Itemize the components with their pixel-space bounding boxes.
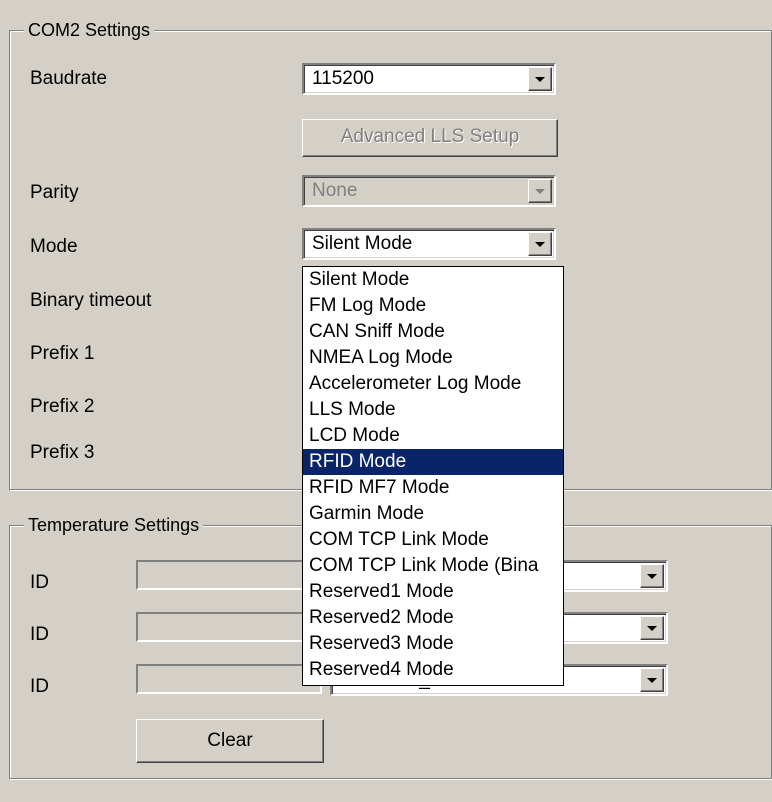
com2-settings-title: COM2 Settings bbox=[24, 19, 155, 41]
id-field[interactable] bbox=[136, 664, 322, 694]
baudrate-value: 115200 bbox=[312, 68, 374, 89]
parity-value: None bbox=[312, 180, 358, 201]
mode-label: Mode bbox=[30, 236, 78, 257]
id-label: ID bbox=[30, 676, 49, 697]
mode-value: Silent Mode bbox=[312, 233, 413, 254]
prefix3-label: Prefix 3 bbox=[30, 442, 95, 463]
id-field[interactable] bbox=[136, 560, 322, 590]
parity-select[interactable]: None bbox=[302, 175, 556, 207]
mode-option[interactable]: LLS Mode bbox=[303, 397, 563, 423]
baudrate-label: Baudrate bbox=[30, 68, 108, 89]
prefix2-label: Prefix 2 bbox=[30, 396, 95, 417]
chevron-down-icon[interactable] bbox=[640, 616, 664, 640]
temperature-settings-title: Temperature Settings bbox=[24, 514, 204, 536]
chevron-down-icon[interactable] bbox=[528, 232, 552, 256]
prefix1-label: Prefix 1 bbox=[30, 343, 95, 364]
mode-option[interactable]: COM TCP Link Mode (Bina bbox=[303, 553, 563, 579]
clear-button[interactable]: Clear bbox=[136, 719, 324, 763]
chevron-down-icon[interactable] bbox=[640, 668, 664, 692]
mode-option[interactable]: Accelerometer Log Mode bbox=[303, 371, 563, 397]
mode-dropdown-list[interactable]: Silent Mode FM Log Mode CAN Sniff Mode N… bbox=[302, 266, 564, 686]
chevron-down-icon[interactable] bbox=[640, 564, 664, 588]
chevron-down-icon[interactable] bbox=[528, 67, 552, 91]
binary-timeout-label: Binary timeout bbox=[30, 290, 152, 311]
parity-label: Parity bbox=[30, 182, 79, 203]
mode-select[interactable]: Silent Mode bbox=[302, 228, 556, 260]
mode-option[interactable]: Reserved3 Mode bbox=[303, 631, 563, 657]
mode-option[interactable]: Reserved4 Mode bbox=[303, 657, 563, 683]
mode-option[interactable]: NMEA Log Mode bbox=[303, 345, 563, 371]
id-label: ID bbox=[30, 624, 49, 645]
mode-option[interactable]: FM Log Mode bbox=[303, 293, 563, 319]
mode-option-highlighted[interactable]: RFID Mode bbox=[303, 449, 563, 475]
chevron-down-icon bbox=[528, 179, 552, 203]
mode-option[interactable]: Garmin Mode bbox=[303, 501, 563, 527]
id-label: ID bbox=[30, 572, 49, 593]
mode-option[interactable]: COM TCP Link Mode bbox=[303, 527, 563, 553]
mode-option[interactable]: Reserved1 Mode bbox=[303, 579, 563, 605]
advanced-lls-setup-button[interactable]: Advanced LLS Setup bbox=[302, 119, 558, 157]
id-field[interactable] bbox=[136, 612, 322, 642]
mode-option[interactable]: Silent Mode bbox=[303, 267, 563, 293]
mode-option[interactable]: Reserved2 Mode bbox=[303, 605, 563, 631]
mode-option[interactable]: LCD Mode bbox=[303, 423, 563, 449]
mode-option[interactable]: CAN Sniff Mode bbox=[303, 319, 563, 345]
mode-option[interactable]: RFID MF7 Mode bbox=[303, 475, 563, 501]
baudrate-select[interactable]: 115200 bbox=[302, 63, 556, 95]
